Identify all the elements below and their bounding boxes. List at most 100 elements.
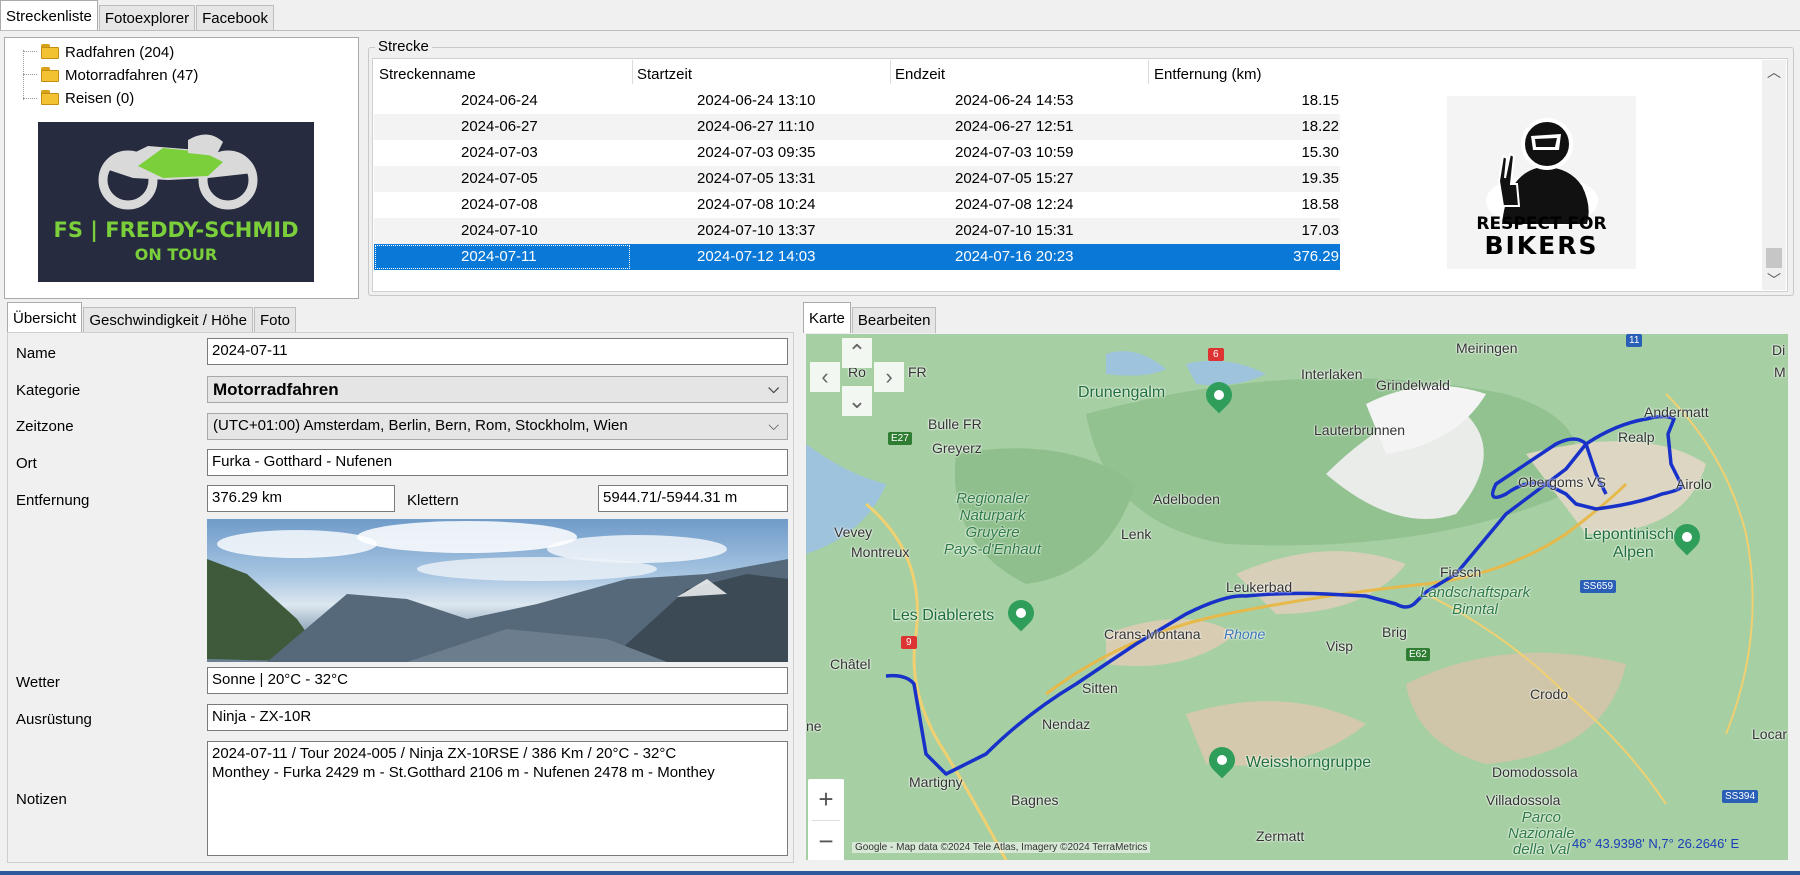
route-photo[interactable] bbox=[207, 519, 788, 662]
tree-lines bbox=[23, 50, 24, 100]
logo-title: FS | FREDDY-SCHMID bbox=[53, 218, 299, 242]
map-label: Les Diablerets bbox=[892, 607, 995, 624]
motorcycle-icon bbox=[98, 134, 258, 210]
tab-bearbeiten[interactable]: Bearbeiten bbox=[851, 307, 937, 333]
tree-item-motorradfahren[interactable]: Motorradfahren (47) bbox=[41, 65, 198, 85]
map-label: Airolo bbox=[1676, 476, 1712, 492]
table-row[interactable]: 2024-06-24 2024-06-24 13:10 2024-06-24 14:… bbox=[374, 88, 1340, 114]
table-cell-start: 2024-07-08 10:24 bbox=[697, 196, 816, 213]
table-row[interactable]: 2024-07-10 2024-07-10 13:37 2024-07-10 15:… bbox=[374, 218, 1340, 244]
map-label: Greyerz bbox=[932, 440, 982, 456]
pan-left-button[interactable]: ‹ bbox=[810, 362, 840, 392]
map-label: Villadossola bbox=[1486, 792, 1561, 808]
tab-facebook[interactable]: Facebook bbox=[196, 5, 274, 31]
road-shield: 11 bbox=[1626, 334, 1643, 347]
table-row[interactable]: 2024-07-05 2024-07-05 13:31 2024-07-05 15:… bbox=[374, 166, 1340, 192]
table-cell-dist: 19.35 bbox=[1301, 170, 1339, 187]
table-cell-end: 2024-07-10 15:31 bbox=[955, 222, 1074, 239]
road-shield: SS659 bbox=[1580, 580, 1617, 593]
timezone-dropdown[interactable]: (UTC+01:00) Amsterdam, Berlin, Bern, Rom… bbox=[207, 413, 788, 440]
chevron-down-icon: ⌵ bbox=[768, 380, 779, 396]
climb-field[interactable]: 5944.71/-5944.31 m bbox=[598, 485, 788, 512]
table-cell-end: 2024-06-27 12:51 bbox=[955, 118, 1074, 135]
map-label: Lauterbrunnen bbox=[1314, 422, 1406, 438]
column-separator[interactable] bbox=[890, 60, 891, 84]
table-cell-start: 2024-07-03 09:35 bbox=[697, 144, 816, 161]
name-field[interactable]: 2024-07-11 bbox=[207, 338, 788, 365]
scroll-down-icon[interactable]: ﹀ bbox=[1767, 270, 1781, 290]
scroll-up-icon[interactable]: ︿ bbox=[1767, 62, 1781, 82]
column-separator[interactable] bbox=[632, 60, 633, 84]
label-timezone: Zeitzone bbox=[16, 418, 74, 435]
pan-up-button[interactable]: ⌃ bbox=[842, 338, 872, 368]
table-row[interactable]: 2024-07-08 2024-07-08 10:24 2024-07-08 12:… bbox=[374, 192, 1340, 218]
map-label: Nendaz bbox=[1042, 716, 1091, 732]
map-label: Meiringen bbox=[1456, 340, 1518, 356]
table-cell-name: 2024-07-05 bbox=[461, 170, 538, 187]
column-header-distance[interactable]: Entfernung (km) bbox=[1154, 66, 1262, 83]
tab-karte[interactable]: Karte bbox=[803, 302, 851, 333]
table-cell-start: 2024-06-27 11:10 bbox=[697, 118, 815, 135]
label-distance: Entfernung bbox=[16, 492, 90, 509]
distance-field[interactable]: 376.29 km bbox=[207, 485, 395, 512]
table-cell-start: 2024-06-24 13:10 bbox=[697, 92, 816, 109]
tab-foto[interactable]: Foto bbox=[253, 307, 296, 333]
road-shield: E27 bbox=[888, 432, 912, 445]
map-label: Rhone bbox=[1224, 626, 1266, 642]
map-tab-bar: Karte Bearbeiten bbox=[803, 302, 937, 333]
label-category: Kategorie bbox=[16, 382, 81, 399]
routes-scrollbar[interactable]: ︿ ﹀ bbox=[1762, 60, 1786, 290]
map-label: Lenk bbox=[1121, 526, 1152, 542]
weather-field[interactable]: Sonne | 20°C - 32°C bbox=[207, 667, 788, 694]
tab-fotoexplorer[interactable]: Fotoexplorer bbox=[98, 5, 196, 31]
table-row-selected[interactable]: 2024-07-11 2024-07-12 14:03 2024-07-16 20:… bbox=[374, 244, 1340, 270]
map-view[interactable]: Meiringen Interlaken Drunengalm Grindelw… bbox=[806, 334, 1788, 860]
column-header-end[interactable]: Endzeit bbox=[895, 66, 945, 83]
logo-subtitle: ON TOUR bbox=[134, 245, 218, 264]
column-separator[interactable] bbox=[1148, 60, 1149, 84]
map-label: Châtel bbox=[830, 656, 871, 672]
pan-right-button[interactable]: › bbox=[874, 362, 904, 392]
table-cell-end: 2024-07-16 20:23 bbox=[955, 248, 1074, 265]
tree-item-label: Radfahren (204) bbox=[65, 43, 175, 61]
table-row[interactable]: 2024-07-03 2024-07-03 09:35 2024-07-03 10:… bbox=[374, 140, 1340, 166]
tab-geschwindigkeit-hoehe[interactable]: Geschwindigkeit / Höhe bbox=[83, 307, 253, 333]
zoom-out-button[interactable]: − bbox=[808, 821, 844, 860]
pan-down-button[interactable]: ⌄ bbox=[842, 386, 872, 416]
map-label: Di bbox=[1772, 342, 1786, 358]
table-row[interactable]: 2024-06-27 2024-06-27 11:10 2024-06-27 12:… bbox=[374, 114, 1340, 140]
label-climb: Klettern bbox=[407, 492, 459, 509]
table-cell-name: 2024-07-03 bbox=[461, 144, 538, 161]
column-header-name[interactable]: Streckenname bbox=[379, 66, 476, 83]
table-cell-name: 2024-07-10 bbox=[461, 222, 538, 239]
bottom-border bbox=[0, 871, 1800, 875]
place-field[interactable]: Furka - Gotthard - Nufenen bbox=[207, 449, 788, 476]
zoom-in-button[interactable]: + bbox=[808, 779, 844, 819]
tab-uebersicht[interactable]: Übersicht bbox=[7, 302, 83, 333]
tree-item-reisen[interactable]: Reisen (0) bbox=[41, 88, 134, 108]
gear-field[interactable]: Ninja - ZX-10R bbox=[207, 704, 788, 731]
map-label: Andermatt bbox=[1644, 404, 1709, 420]
map-label: Parco Nazionale della Val bbox=[1508, 809, 1575, 858]
table-cell-start: 2024-07-10 13:37 bbox=[697, 222, 816, 239]
map-attribution: Google - Map data ©2024 Tele Atlas, Imag… bbox=[852, 842, 1151, 853]
folder-icon bbox=[41, 44, 59, 59]
label-name: Name bbox=[16, 345, 57, 362]
scroll-thumb[interactable] bbox=[1766, 248, 1782, 268]
map-label: Sitten bbox=[1082, 680, 1118, 696]
table-cell-dist: 15.30 bbox=[1301, 144, 1339, 161]
map-label: Lepontinische Alpen bbox=[1584, 526, 1683, 561]
tab-underline bbox=[0, 30, 1800, 31]
tree-item-radfahren[interactable]: Radfahren (204) bbox=[41, 42, 175, 62]
coordinate-readout: 46° 43.9398' N,7° 26.2646' E bbox=[1572, 836, 1740, 851]
timezone-value: (UTC+01:00) Amsterdam, Berlin, Bern, Rom… bbox=[213, 417, 628, 434]
respect-for-bikers-sticker: RESPECT FOR BIKERS bbox=[1447, 96, 1636, 269]
label-notes: Notizen bbox=[16, 791, 67, 808]
tab-streckenliste[interactable]: Streckenliste bbox=[0, 0, 98, 31]
column-header-start[interactable]: Startzeit bbox=[637, 66, 692, 83]
notes-textarea[interactable]: 2024-07-11 / Tour 2024-005 / Ninja ZX-10… bbox=[207, 741, 788, 856]
category-dropdown[interactable]: Motorradfahren ⌵ bbox=[207, 376, 788, 403]
map-label: Grindelwald bbox=[1376, 377, 1450, 393]
category-tree-panel: Radfahren (204) Motorradfahren (47) Reis… bbox=[4, 37, 359, 299]
mountain-landscape bbox=[207, 521, 788, 662]
